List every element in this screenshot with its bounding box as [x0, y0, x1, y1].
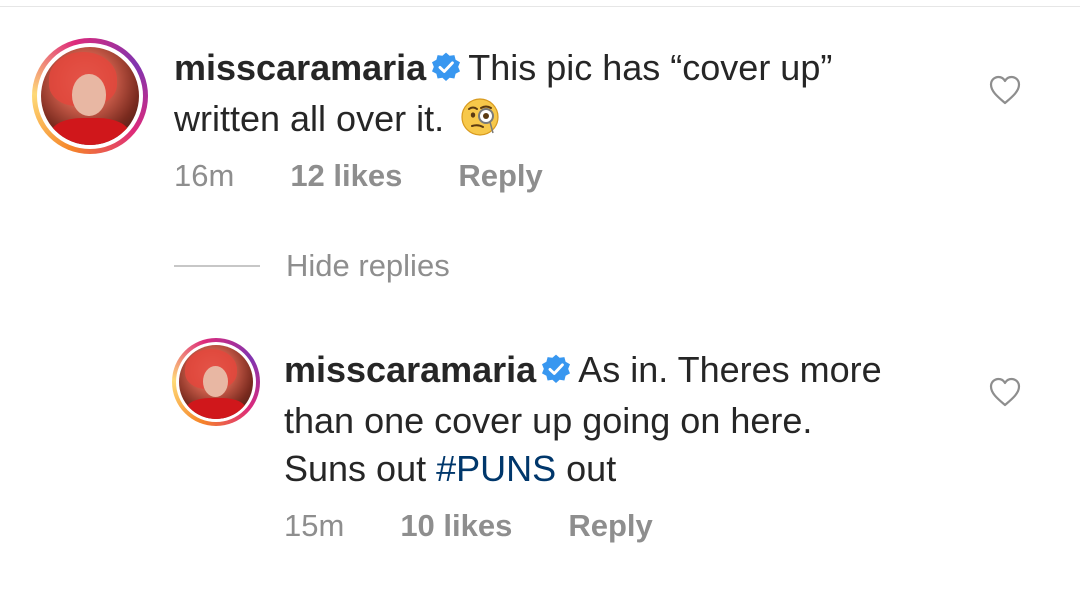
reply-meta: 15m 10 likes Reply: [284, 506, 653, 546]
heart-outline-icon[interactable]: [988, 376, 1022, 408]
reply-comment: misscaramaria As in. Theres more than one…: [0, 320, 1080, 592]
reply-text-line3-suffix: out: [556, 448, 617, 489]
verified-badge-icon: [430, 47, 462, 95]
comment: misscaramaria This pic has “cover up” wri…: [0, 0, 1080, 240]
verified-badge-icon: [540, 349, 572, 397]
username[interactable]: misscaramaria: [174, 47, 426, 88]
comment-text-line1: This pic has “cover up”: [468, 47, 833, 88]
likes-count[interactable]: 12 likes: [290, 158, 402, 194]
comment-timestamp: 16m: [174, 158, 235, 193]
hide-replies-button[interactable]: Hide replies: [174, 248, 450, 284]
likes-count[interactable]: 10 likes: [400, 508, 512, 544]
username[interactable]: misscaramaria: [284, 349, 536, 390]
comment-text-line2: written all over it.: [174, 98, 445, 139]
avatar[interactable]: [32, 38, 148, 154]
heart-outline-icon[interactable]: [988, 74, 1022, 106]
hide-replies-line: [174, 265, 260, 267]
hashtag-link[interactable]: #PUNS: [436, 448, 556, 489]
reply-text-line1: As in. Theres more: [578, 349, 882, 390]
reply-text-line3-prefix: Suns out: [284, 448, 437, 489]
avatar[interactable]: [172, 338, 260, 426]
reply-text-line2: than one cover up going on here.: [284, 400, 813, 441]
comment-meta: 16m 12 likes Reply: [174, 156, 543, 196]
reply-text: misscaramaria As in. Theres more than one…: [284, 346, 964, 493]
hide-replies-label: Hide replies: [286, 248, 450, 283]
reply-button[interactable]: Reply: [568, 508, 652, 544]
monocle-face-emoji: [460, 97, 500, 149]
reply-timestamp: 15m: [284, 508, 345, 543]
reply-button[interactable]: Reply: [458, 158, 542, 194]
comment-text: misscaramaria This pic has “cover up” wri…: [174, 44, 954, 149]
